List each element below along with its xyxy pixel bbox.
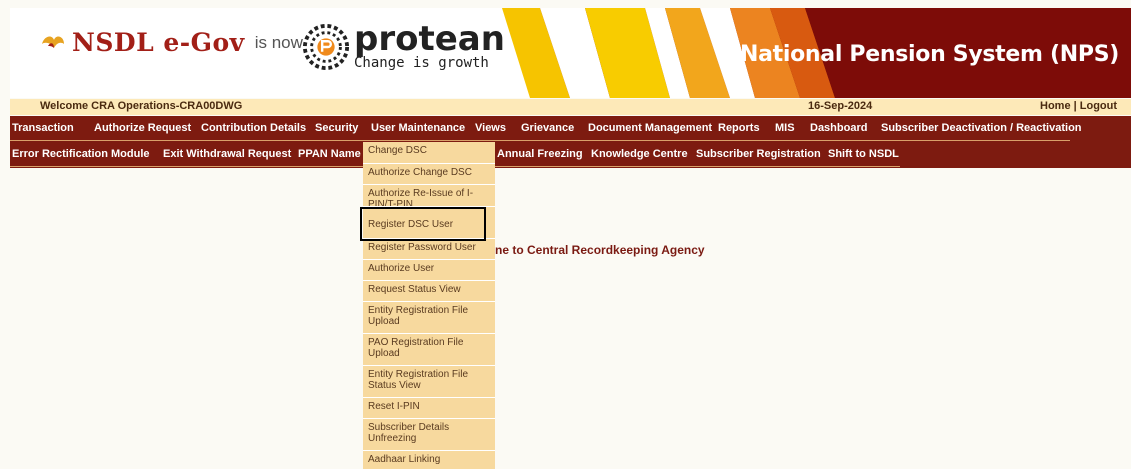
- dropdown-item-subscriber-details-unfreezing[interactable]: Subscriber Details Unfreezing: [363, 418, 495, 450]
- menu-shift-to-nsdl[interactable]: Shift to NSDL: [828, 148, 899, 160]
- dropdown-item-register-password-user[interactable]: Register Password User: [363, 238, 495, 259]
- menu-views[interactable]: Views: [475, 122, 506, 134]
- home-logout-links[interactable]: Home | Logout: [1040, 100, 1117, 112]
- dropdown-item-pao-registration-file-upload[interactable]: PAO Registration File Upload: [363, 333, 495, 365]
- menu-user-maintenance[interactable]: User Maintenance: [371, 122, 465, 134]
- menu-error-rectification[interactable]: Error Rectification Module: [12, 148, 150, 160]
- dropdown-item-authorize-reissue-pin[interactable]: Authorize Re-Issue of I-PIN/T-PIN: [363, 184, 495, 206]
- protean-tagline: Change is growth: [354, 55, 489, 71]
- menu-knowledge-centre[interactable]: Knowledge Centre: [591, 148, 688, 160]
- nsdl-logo-text: NSDL e-Gov: [72, 28, 245, 57]
- menu-authorize-request[interactable]: Authorize Request: [94, 122, 191, 134]
- main-menu-row-2: Error Rectification Module Exit Withdraw…: [10, 142, 1131, 168]
- main-menu-row-1: Transaction Authorize Request Contributi…: [10, 116, 1131, 142]
- welcome-message: ne to Central Recordkeeping Agency: [495, 243, 705, 257]
- menu-row-1-divider: [10, 140, 1070, 141]
- selection-highlight-box: [360, 207, 486, 241]
- menu-document-management[interactable]: Document Management: [588, 122, 712, 134]
- menu-contribution-details[interactable]: Contribution Details: [201, 122, 306, 134]
- protean-mark-icon: [302, 23, 350, 71]
- welcome-user-text: Welcome CRA Operations-CRA00DWG: [40, 100, 243, 112]
- menu-subscriber-deactivation[interactable]: Subscriber Deactivation / Reactivation: [881, 122, 1082, 134]
- nsdl-logo: NSDL e-Gov is now: [40, 28, 303, 57]
- menu-subscriber-registration[interactable]: Subscriber Registration: [696, 148, 821, 160]
- dropdown-item-entity-registration-status-view[interactable]: Entity Registration File Status View: [363, 365, 495, 397]
- current-date: 16-Sep-2024: [808, 100, 873, 112]
- header-banner: NSDL e-Gov is now protean Change is grow…: [10, 8, 1131, 98]
- page-title: National Pension System (NPS): [739, 42, 1119, 67]
- dropdown-item-authorize-change-dsc[interactable]: Authorize Change DSC: [363, 163, 495, 184]
- menu-mis[interactable]: MIS: [775, 122, 795, 134]
- protean-name: protean: [354, 19, 505, 59]
- menu-ppan-name[interactable]: PPAN Name F: [298, 148, 371, 160]
- nsdl-mark-icon: [42, 36, 64, 48]
- menu-security[interactable]: Security: [315, 122, 358, 134]
- dropdown-item-aadhaar-linking[interactable]: Aadhaar Linking: [363, 450, 495, 469]
- dropdown-item-reset-ipin[interactable]: Reset I-PIN: [363, 397, 495, 418]
- welcome-bar: Welcome CRA Operations-CRA00DWG 16-Sep-2…: [10, 99, 1131, 115]
- menu-reports[interactable]: Reports: [718, 122, 760, 134]
- menu-grievance[interactable]: Grievance: [521, 122, 574, 134]
- menu-exit-withdrawal-request[interactable]: Exit Withdrawal Request: [163, 148, 291, 160]
- menu-annual-freezing[interactable]: Annual Freezing: [497, 148, 583, 160]
- dropdown-item-change-dsc[interactable]: Change DSC: [363, 142, 495, 163]
- dropdown-item-authorize-user[interactable]: Authorize User: [363, 259, 495, 280]
- is-now-text: is now: [254, 32, 303, 52]
- dropdown-item-request-status-view[interactable]: Request Status View: [363, 280, 495, 301]
- dropdown-item-entity-registration-file-upload[interactable]: Entity Registration File Upload: [363, 301, 495, 333]
- menu-transaction[interactable]: Transaction: [12, 122, 74, 134]
- protean-logo: protean Change is growth: [302, 19, 505, 71]
- menu-dashboard[interactable]: Dashboard: [810, 122, 867, 134]
